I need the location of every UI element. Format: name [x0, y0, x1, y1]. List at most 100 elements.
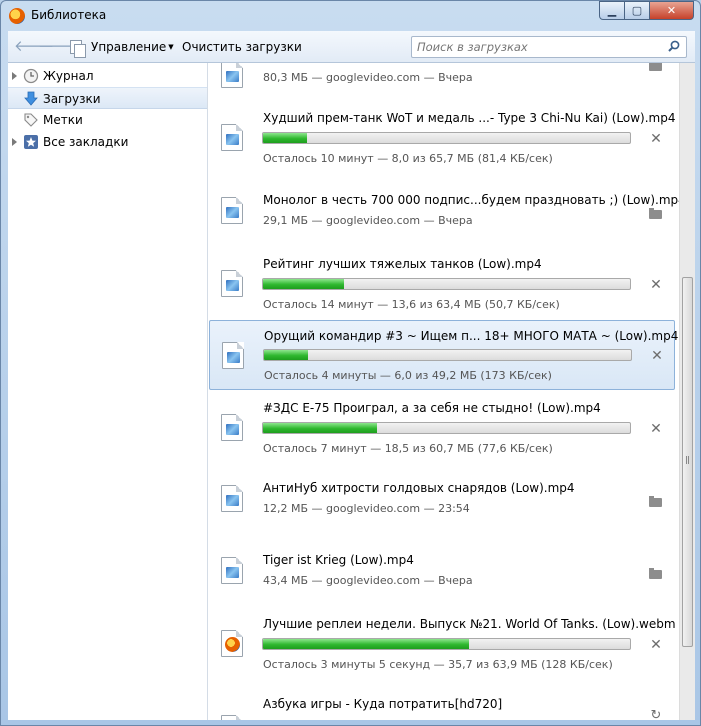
download-name: Орущий командир #3 ~ Ищем п... 18+ МНОГО… — [264, 329, 679, 343]
download-status: Осталось 3 минуты 5 секунд — 35,7 из 63,… — [263, 658, 613, 671]
sidebar-item-label: Метки — [43, 113, 83, 127]
download-status: Осталось 14 минут — 13,6 из 63,4 МБ (50,… — [263, 298, 560, 311]
cancel-icon: ✕ — [650, 131, 662, 147]
maximize-button[interactable]: ▢ — [625, 1, 650, 20]
sidebar-item-history[interactable]: Журнал — [8, 65, 207, 87]
folder-icon — [649, 496, 662, 507]
open-folder-button[interactable] — [649, 567, 663, 581]
close-button[interactable]: ✕ — [650, 1, 694, 20]
downloads-list: 80,3 МБ — googlevideo.com — Вчера Худший… — [209, 63, 679, 720]
download-status: Осталось 7 минут — 18,5 из 60,7 МБ (77,6… — [263, 442, 553, 455]
video-file-icon — [222, 342, 244, 369]
retry-icon: ↻ — [650, 708, 662, 721]
retry-download-button[interactable]: ↻ — [649, 708, 663, 721]
clock-icon — [23, 68, 39, 84]
video-file-icon — [221, 63, 243, 88]
sidebar-item-downloads[interactable]: Загрузки — [8, 87, 207, 109]
download-item[interactable]: АнтиНуб хитрости голдовых снарядов (Low)… — [209, 469, 675, 533]
folder-icon — [649, 63, 662, 71]
download-item[interactable]: Рейтинг лучших тяжелых танков (Low).mp4 … — [209, 249, 675, 319]
sidebar-item-label: Загрузки — [43, 92, 101, 106]
minimize-button[interactable]: ▁ — [599, 1, 625, 20]
video-file-icon — [221, 197, 243, 224]
folder-icon — [649, 568, 662, 579]
search-box — [411, 36, 687, 58]
open-folder-button[interactable] — [649, 495, 663, 509]
cancel-icon: ✕ — [650, 421, 662, 437]
cancel-download-button[interactable]: ✕ — [649, 638, 663, 652]
open-folder-button[interactable] — [649, 207, 663, 221]
download-status: Осталось 10 минут — 8,0 из 65,7 МБ (81,4… — [263, 152, 553, 165]
forward-arrow-icon[interactable]: 🡒 — [38, 38, 78, 54]
cancel-download-button[interactable]: ✕ — [650, 349, 664, 363]
clear-downloads-button[interactable]: Очистить загрузки — [182, 40, 302, 54]
video-file-icon — [221, 485, 243, 512]
window-title: Библиотека — [31, 8, 107, 22]
sidebar-item-label: Журнал — [43, 69, 94, 83]
download-item-selected[interactable]: Орущий командир #3 ~ Ищем п... 18+ МНОГО… — [209, 320, 679, 390]
download-item[interactable]: Азбука игры - Куда потратить[hd720] ↻ — [209, 685, 675, 720]
download-name: Tiger ist Krieg (Low).mp4 — [263, 553, 414, 567]
video-file-icon — [221, 715, 243, 720]
cancel-download-button[interactable]: ✕ — [649, 422, 663, 436]
download-name: Азбука игры - Куда потратить[hd720] — [263, 697, 503, 711]
main-content: Журнал Загрузки Метки Все закладки 80,3 … — [8, 63, 695, 720]
sidebar-item-all-bookmarks[interactable]: Все закладки — [8, 131, 207, 153]
cancel-download-button[interactable]: ✕ — [649, 132, 663, 146]
download-progress-bar — [262, 278, 631, 290]
video-file-icon — [221, 557, 243, 584]
title-bar[interactable]: Библиотека ▁ ▢ ✕ — [1, 1, 700, 31]
download-name: Лучшие реплеи недели. Выпуск №21. World … — [263, 617, 676, 631]
download-item[interactable]: 80,3 МБ — googlevideo.com — Вчера — [209, 63, 675, 95]
download-status: 80,3 МБ — googlevideo.com — Вчера — [263, 71, 473, 84]
sidebar-item-tags[interactable]: Метки — [8, 109, 207, 131]
open-folder-button[interactable] — [649, 63, 663, 73]
download-item[interactable]: #ЗДС Е-75 Проиграл, а за себя не стыдно!… — [209, 393, 675, 463]
download-status: 12,2 МБ — googlevideo.com — 23:54 — [263, 502, 470, 515]
cancel-icon: ✕ — [651, 348, 663, 364]
toolbar: 🡐 🡒 Управление ▼ Очистить загрузки — [8, 31, 695, 63]
expand-twisty-icon[interactable] — [12, 138, 17, 146]
sidebar: Журнал Загрузки Метки Все закладки — [8, 63, 208, 720]
organize-button[interactable]: Управление ▼ — [91, 40, 174, 54]
video-file-icon — [221, 414, 243, 441]
video-file-icon — [221, 124, 243, 151]
download-status: 29,1 МБ — googlevideo.com — Вчера — [263, 214, 473, 227]
scrollbar-thumb[interactable] — [682, 277, 693, 647]
expand-twisty-icon[interactable] — [12, 72, 17, 80]
window-controls: ▁ ▢ ✕ — [599, 1, 694, 20]
organize-label: Управление — [91, 40, 167, 54]
download-name: Монолог в честь 700 000 подпис...будем п… — [263, 193, 679, 207]
download-progress-bar — [262, 132, 631, 144]
cancel-download-button[interactable]: ✕ — [649, 278, 663, 292]
download-item[interactable]: Монолог в честь 700 000 подпис...будем п… — [209, 181, 679, 245]
download-status: 43,4 МБ — googlevideo.com — Вчера — [263, 574, 473, 587]
back-arrow-icon[interactable]: 🡐 — [14, 38, 54, 54]
sidebar-item-label: Все закладки — [43, 135, 129, 149]
download-arrow-icon — [24, 91, 38, 106]
download-item[interactable]: Лучшие реплеи недели. Выпуск №21. World … — [209, 609, 676, 679]
download-progress-bar — [263, 349, 632, 361]
download-progress-bar — [262, 422, 631, 434]
download-name: АнтиНуб хитрости голдовых снарядов (Low)… — [263, 481, 575, 495]
cancel-icon: ✕ — [650, 277, 662, 293]
download-progress-bar — [262, 638, 631, 650]
cancel-icon: ✕ — [650, 637, 662, 653]
tag-icon — [24, 113, 38, 127]
download-status: Осталось 4 минуты — 6,0 из 49,2 МБ (173 … — [264, 369, 552, 382]
bookmarks-star-icon — [24, 135, 38, 149]
firefox-file-icon — [221, 630, 243, 657]
folder-icon — [649, 208, 662, 219]
download-item[interactable]: Худший прем-танк WoT и медаль ...- Type … — [209, 103, 675, 173]
search-icon[interactable] — [668, 40, 680, 52]
dropdown-caret-icon: ▼ — [168, 43, 174, 51]
download-name: Рейтинг лучших тяжелых танков (Low).mp4 — [263, 257, 542, 271]
close-icon: ✕ — [666, 4, 677, 17]
downloads-scrollbar[interactable] — [679, 63, 695, 720]
download-item[interactable]: Tiger ist Krieg (Low).mp4 43,4 МБ — goog… — [209, 541, 675, 605]
organize-icon — [70, 40, 86, 58]
maximize-icon: ▢ — [631, 4, 643, 17]
library-window: Библиотека ▁ ▢ ✕ 🡐 🡒 Управление ▼ Очистит… — [0, 0, 701, 726]
search-input[interactable] — [412, 37, 660, 57]
minimize-icon: ▁ — [607, 4, 617, 17]
